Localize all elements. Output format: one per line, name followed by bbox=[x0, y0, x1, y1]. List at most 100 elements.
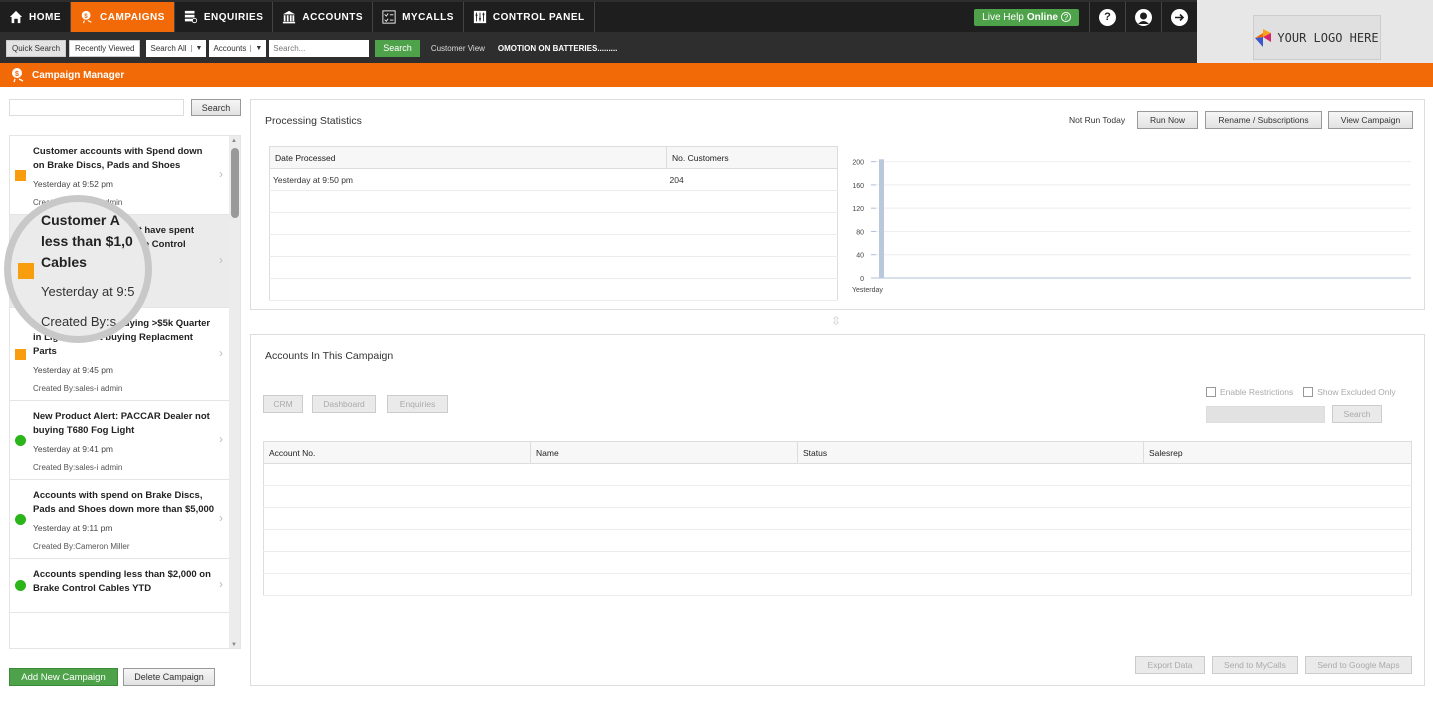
crm-button[interactable]: CRM bbox=[263, 395, 303, 413]
help-button[interactable]: ? bbox=[1089, 2, 1125, 32]
table-cell bbox=[263, 507, 531, 530]
page-header: $ Campaign Manager bbox=[0, 63, 1433, 87]
table-cell: Yesterday at 9:50 pm bbox=[269, 168, 667, 191]
campaign-list-item[interactable]: Customer accounts that have spent less t… bbox=[10, 215, 229, 308]
table-cell bbox=[269, 256, 667, 279]
table-row[interactable] bbox=[269, 190, 838, 213]
processing-statistics-title: Processing Statistics bbox=[265, 115, 362, 127]
chart-bar[interactable] bbox=[879, 159, 884, 278]
table-row bbox=[263, 551, 1412, 574]
panel-resize-handle[interactable]: ⇳ bbox=[831, 314, 841, 328]
restriction-search-button[interactable]: Search bbox=[1332, 405, 1382, 423]
home-icon bbox=[9, 10, 23, 24]
column-header[interactable]: Date Processed bbox=[269, 146, 667, 169]
column-header[interactable]: Salesrep bbox=[1143, 441, 1412, 464]
campaign-created-by: Created By:sales-i admin bbox=[33, 463, 123, 472]
promo-ticker[interactable]: OMOTION ON BATTERIES......... bbox=[498, 44, 617, 53]
table-row bbox=[263, 485, 1412, 508]
global-search-button[interactable]: Search bbox=[375, 39, 420, 57]
table-cell bbox=[1143, 551, 1412, 574]
search-type-select[interactable]: Accounts ▼ bbox=[209, 39, 267, 57]
campaign-list-item[interactable]: Mid-sized account buying >$5k Quarter in… bbox=[10, 308, 229, 401]
nav-accounts[interactable]: ACCOUNTS bbox=[273, 2, 374, 32]
y-tick-label: 200 bbox=[852, 160, 864, 167]
rename-subscriptions-button[interactable]: Rename / Subscriptions bbox=[1205, 111, 1322, 129]
recently-viewed-button[interactable]: Recently Viewed bbox=[69, 39, 141, 57]
logout-button[interactable] bbox=[1161, 2, 1197, 32]
status-marker-orange bbox=[15, 348, 26, 360]
add-campaign-button[interactable]: Add New Campaign bbox=[9, 668, 118, 686]
processing-statistics-panel: Processing Statistics Not Run Today Run … bbox=[250, 99, 1425, 310]
dashboard-button[interactable]: Dashboard bbox=[312, 395, 376, 413]
campaign-date: Yesterday at 9:11 pm bbox=[33, 523, 113, 533]
table-cell bbox=[263, 573, 531, 596]
search-scope-select[interactable]: Search All ▼ bbox=[146, 39, 207, 57]
table-cell bbox=[1143, 507, 1412, 530]
user-icon bbox=[1135, 8, 1152, 26]
table-row bbox=[263, 573, 1412, 596]
show-excluded-checkbox[interactable] bbox=[1303, 387, 1314, 397]
export-data-button[interactable]: Export Data bbox=[1135, 656, 1205, 674]
nav-campaigns[interactable]: $ CAMPAIGNS bbox=[71, 2, 175, 32]
campaign-list-scrollbar[interactable]: ▲ ▼ bbox=[229, 136, 240, 648]
campaign-list-item[interactable]: New Product Alert: PACCAR Dealer not buy… bbox=[10, 401, 229, 480]
scroll-down-icon[interactable]: ▼ bbox=[231, 642, 237, 648]
column-header[interactable]: Account No. bbox=[263, 441, 531, 464]
processing-chart: 0 40 80 120 160 200 Yesterday bbox=[846, 146, 1416, 306]
campaign-date: Yesterday at 9:52 pm bbox=[33, 179, 114, 189]
restriction-search-input[interactable] bbox=[1206, 406, 1325, 423]
user-button[interactable] bbox=[1125, 2, 1161, 32]
campaign-title: Mid-sized account buying >$5k Quarter in… bbox=[33, 318, 211, 357]
enable-restrictions-label: Enable Restrictions bbox=[1220, 387, 1294, 397]
table-cell bbox=[666, 190, 838, 213]
campaign-search-button[interactable]: Search bbox=[191, 99, 241, 116]
table-row[interactable] bbox=[269, 212, 838, 235]
campaign-list-item[interactable]: Accounts with spend on Brake Discs, Pads… bbox=[10, 480, 229, 559]
quick-search-button[interactable]: Quick Search bbox=[6, 39, 67, 57]
table-row[interactable]: Yesterday at 9:50 pm 204 bbox=[269, 168, 838, 191]
column-header[interactable]: Name bbox=[530, 441, 798, 464]
nav-right: Live Help Online ? ? bbox=[974, 2, 1197, 32]
campaign-list-item[interactable]: Accounts spending less than $2,000 on Br… bbox=[10, 559, 229, 613]
scroll-up-icon[interactable]: ▲ bbox=[231, 138, 237, 144]
scrollbar-thumb[interactable] bbox=[231, 148, 239, 218]
search-type-value: Accounts bbox=[213, 43, 247, 53]
top-bar: HOME $ CAMPAIGNS ENQUIRIES ACCOUNTS MYCA… bbox=[0, 0, 1197, 63]
table-cell bbox=[530, 551, 798, 574]
chevron-right-icon: › bbox=[219, 166, 223, 181]
table-row[interactable] bbox=[269, 256, 838, 279]
nav-mycalls-label: MYCALLS bbox=[402, 11, 454, 23]
nav-enquiries-label: ENQUIRIES bbox=[203, 11, 264, 23]
customer-view-link[interactable]: Customer View bbox=[431, 44, 485, 53]
column-header[interactable]: Status bbox=[797, 441, 1144, 464]
table-row[interactable] bbox=[269, 234, 838, 257]
global-search-input[interactable] bbox=[269, 39, 370, 57]
campaign-created-by: Created By:sales-i admin bbox=[33, 198, 123, 207]
campaign-list-item[interactable]: Customer accounts with Spend down on Bra… bbox=[10, 136, 229, 215]
campaign-search-input[interactable] bbox=[9, 99, 184, 116]
table-row bbox=[263, 529, 1412, 552]
nav-mycalls[interactable]: MYCALLS bbox=[373, 2, 464, 32]
nav-enquiries[interactable]: ENQUIRIES bbox=[175, 2, 274, 32]
status-marker-orange bbox=[15, 169, 26, 181]
bank-icon bbox=[283, 10, 296, 24]
table-row[interactable] bbox=[269, 278, 838, 301]
enable-restrictions-checkbox[interactable] bbox=[1206, 387, 1216, 397]
dropdown-arrow-icon: ▼ bbox=[250, 44, 266, 52]
nav-control-panel[interactable]: CONTROL PANEL bbox=[464, 2, 595, 32]
chevron-right-icon: › bbox=[219, 252, 223, 267]
campaign-date: Yesterday at 9:45 pm bbox=[33, 365, 114, 375]
delete-campaign-button[interactable]: Delete Campaign bbox=[123, 668, 215, 686]
logout-icon bbox=[1171, 8, 1188, 26]
send-to-mycalls-button[interactable]: Send to MyCalls bbox=[1212, 656, 1298, 674]
campaign-created-by: Created By:sales-i admin bbox=[33, 291, 123, 300]
nav-campaigns-label: CAMPAIGNS bbox=[100, 11, 165, 23]
enquiries-button[interactable]: Enquiries bbox=[387, 395, 448, 413]
table-cell bbox=[797, 529, 1144, 552]
send-to-google-maps-button[interactable]: Send to Google Maps bbox=[1305, 656, 1412, 674]
column-header[interactable]: No. Customers bbox=[666, 146, 838, 169]
nav-home[interactable]: HOME bbox=[0, 2, 71, 32]
run-now-button[interactable]: Run Now bbox=[1137, 111, 1198, 129]
view-campaign-button[interactable]: View Campaign bbox=[1328, 111, 1413, 129]
live-help-button[interactable]: Live Help Online ? bbox=[974, 8, 1079, 26]
